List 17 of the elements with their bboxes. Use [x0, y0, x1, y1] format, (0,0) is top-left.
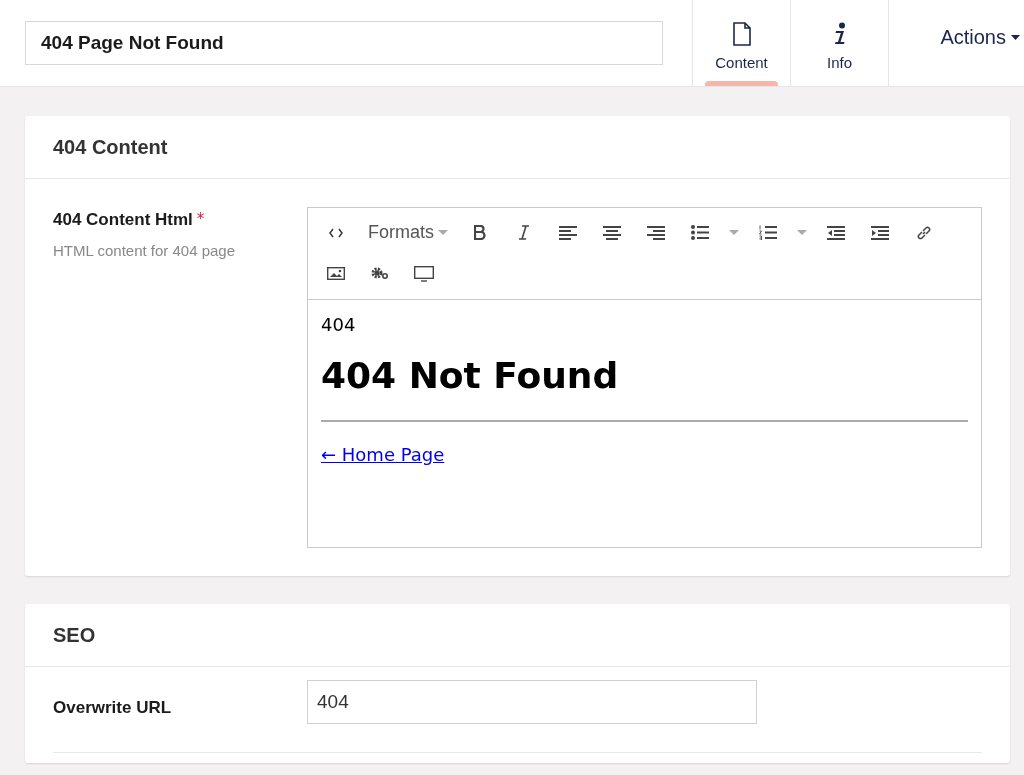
caret-icon: [438, 230, 448, 235]
page-title-field[interactable]: 404 Page Not Found: [25, 21, 663, 65]
field-description: HTML content for 404 page: [53, 242, 237, 259]
formats-dropdown[interactable]: Formats: [358, 216, 458, 249]
rich-text-editor[interactable]: Formats 404 404 Not Found ← Home Page: [307, 207, 982, 548]
required-mark: *: [196, 210, 205, 230]
editor-paragraph: 404: [321, 314, 357, 335]
section-title: SEO: [25, 604, 1010, 667]
field-label: 404 Content Html: [53, 210, 193, 230]
info-icon: [832, 21, 847, 46]
document-icon: [732, 21, 751, 46]
home-page-link[interactable]: ← Home Page: [321, 444, 445, 465]
section-title: 404 Content: [25, 116, 1010, 179]
field-label: Overwrite URL: [53, 698, 172, 718]
url-field[interactable]: 404: [307, 680, 757, 724]
caret-icon: [1011, 34, 1020, 40]
editor-heading: 404 Not Found: [321, 355, 620, 396]
